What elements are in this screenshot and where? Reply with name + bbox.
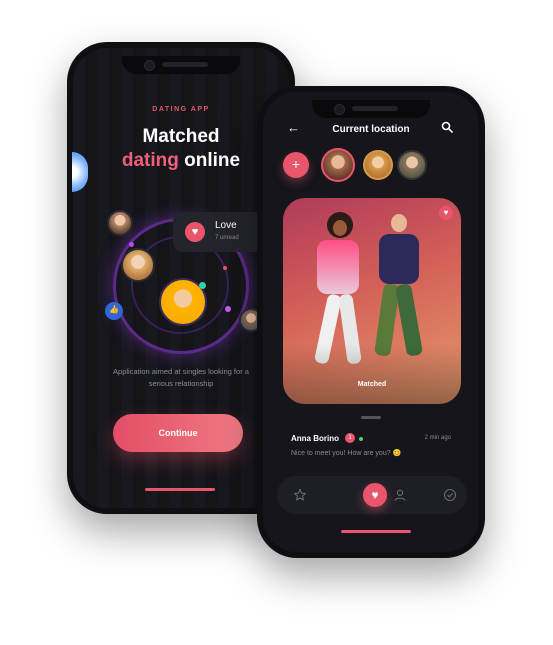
message-preview[interactable]: Nice to meet you! How are you? 😊 <box>291 449 401 457</box>
decor-dot <box>199 282 206 289</box>
bottom-tab-bar: ♥ <box>277 476 467 514</box>
unread-badge: 1 <box>345 433 355 443</box>
add-story-button[interactable]: + <box>283 152 309 178</box>
continue-button[interactable]: Continue <box>113 414 243 452</box>
pager-indicator <box>361 416 381 419</box>
heart-tab-icon[interactable]: ♥ <box>363 483 387 507</box>
message-time: 2 min ago <box>424 435 451 441</box>
decor-dot <box>225 306 231 312</box>
heart-icon: ♥ <box>185 222 205 242</box>
phone-notch <box>122 56 240 74</box>
home-indicator <box>145 488 215 491</box>
photo-label: Matched <box>357 381 387 388</box>
like-heart-icon[interactable]: ♥ <box>439 206 453 220</box>
app-kicker: DATING APP <box>152 106 210 113</box>
notification-card[interactable]: ♥ Love 7 unread <box>173 212 265 252</box>
avatar-woman-1[interactable] <box>107 210 133 236</box>
notification-subtitle: 7 unread <box>215 235 239 241</box>
person-shirt <box>379 234 419 284</box>
profile-icon[interactable] <box>393 488 407 502</box>
notification-title: Love <box>215 220 237 231</box>
person-jacket <box>317 240 359 294</box>
story-avatar-2[interactable] <box>363 150 393 180</box>
headline-rest: online <box>178 150 241 171</box>
avatar-woman-2[interactable] <box>121 248 155 282</box>
decor-dot <box>223 266 227 270</box>
message-sender-name[interactable]: Anna Borino <box>291 434 339 443</box>
person-face <box>333 220 347 236</box>
home-indicator <box>341 530 411 533</box>
photo-shade <box>283 344 461 404</box>
search-icon[interactable] <box>441 121 453 133</box>
phone-matches: ← Current location + ♥ Matched Anna Bori… <box>257 86 485 558</box>
matches-screen: ← Current location + ♥ Matched Anna Bori… <box>263 92 479 552</box>
story-avatar-3[interactable] <box>397 150 427 180</box>
story-avatar-1[interactable] <box>321 148 355 182</box>
person-face <box>391 214 407 232</box>
like-icon: 👍 <box>105 302 123 320</box>
match-photo-card[interactable]: ♥ Matched <box>283 198 461 404</box>
check-circle-icon[interactable] <box>443 488 457 502</box>
star-icon[interactable] <box>293 488 307 502</box>
online-status-dot <box>359 437 363 441</box>
phone-notch <box>312 100 430 118</box>
decor-dot <box>129 242 134 247</box>
headline-accent: dating <box>121 150 179 171</box>
description-text: Application aimed at singles looking for… <box>113 367 249 388</box>
